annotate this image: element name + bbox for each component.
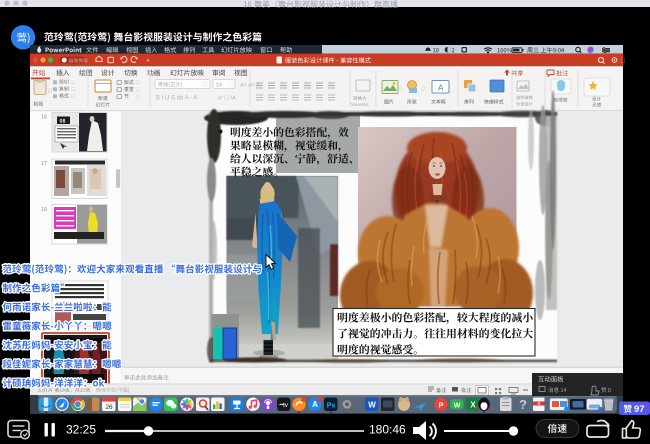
svg-text:B I U S ab A ⋅ A: B I U S ab A ⋅ A (156, 96, 197, 102)
svg-text:32:25: 32:25 (66, 423, 96, 437)
svg-text:97: 97 (634, 404, 645, 415)
svg-text:A: A (312, 400, 318, 409)
svg-text:P: P (438, 400, 443, 409)
svg-text:x² ☐ ﺍA: x² ☐ ﺍA (218, 95, 236, 102)
svg-text:W: W (454, 402, 461, 409)
svg-text:X: X (470, 401, 476, 410)
svg-text:180:46: 180:46 (369, 423, 406, 437)
svg-text:W: W (368, 401, 376, 410)
svg-text:A: A (438, 84, 444, 93)
svg-text:?: ? (519, 397, 527, 412)
svg-text:24: 24 (216, 83, 222, 89)
svg-text:26: 26 (105, 404, 113, 411)
svg-text:Ps: Ps (327, 402, 336, 409)
